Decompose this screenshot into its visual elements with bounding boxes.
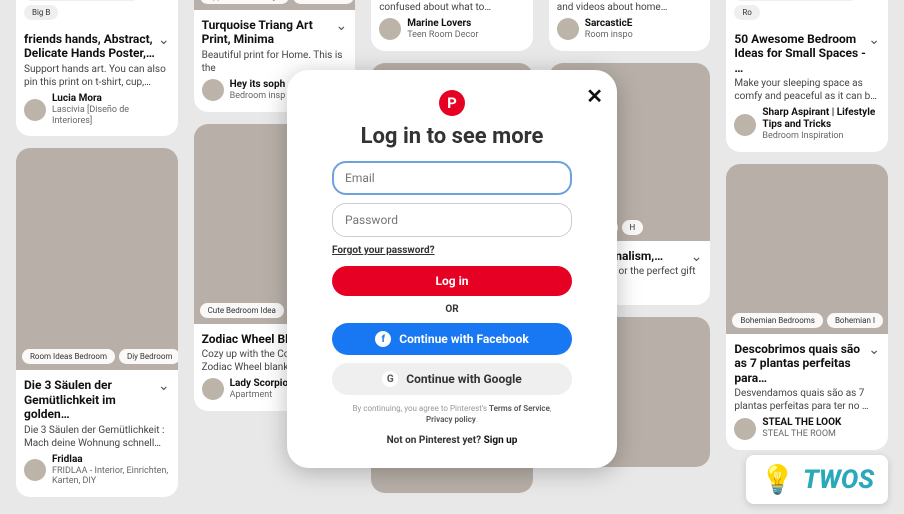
- brand-text: TWOS: [803, 465, 874, 495]
- login-button[interactable]: Log in: [332, 266, 572, 296]
- modal-overlay: ✕ P Log in to see more Forgot your passw…: [0, 0, 904, 514]
- terms-text: By continuing, you agree to Pinterest's …: [311, 403, 593, 425]
- forgot-password-link[interactable]: Forgot your password?: [332, 245, 572, 256]
- signup-link[interactable]: Sign up: [484, 435, 518, 446]
- signup-prompt: Not on Pinterest yet? Sign up: [311, 435, 593, 446]
- google-label: Continue with Google: [406, 372, 522, 386]
- brand-badge: 💡 TWOS: [746, 455, 888, 504]
- google-icon: G: [382, 371, 398, 387]
- email-input[interactable]: [332, 161, 572, 195]
- pinterest-logo-icon: P: [439, 90, 465, 116]
- continue-google-button[interactable]: G Continue with Google: [332, 363, 572, 395]
- facebook-icon: f: [375, 331, 391, 347]
- terms-link[interactable]: Terms of Service: [489, 404, 550, 413]
- close-icon[interactable]: ✕: [586, 84, 603, 108]
- facebook-label: Continue with Facebook: [399, 332, 529, 346]
- password-input[interactable]: [332, 203, 572, 237]
- privacy-link[interactable]: Privacy policy: [426, 415, 476, 424]
- continue-facebook-button[interactable]: f Continue with Facebook: [332, 323, 572, 355]
- login-modal: ✕ P Log in to see more Forgot your passw…: [287, 70, 617, 468]
- lightbulb-icon: 💡: [760, 463, 795, 496]
- or-separator: OR: [311, 304, 593, 315]
- modal-heading: Log in to see more: [311, 124, 593, 149]
